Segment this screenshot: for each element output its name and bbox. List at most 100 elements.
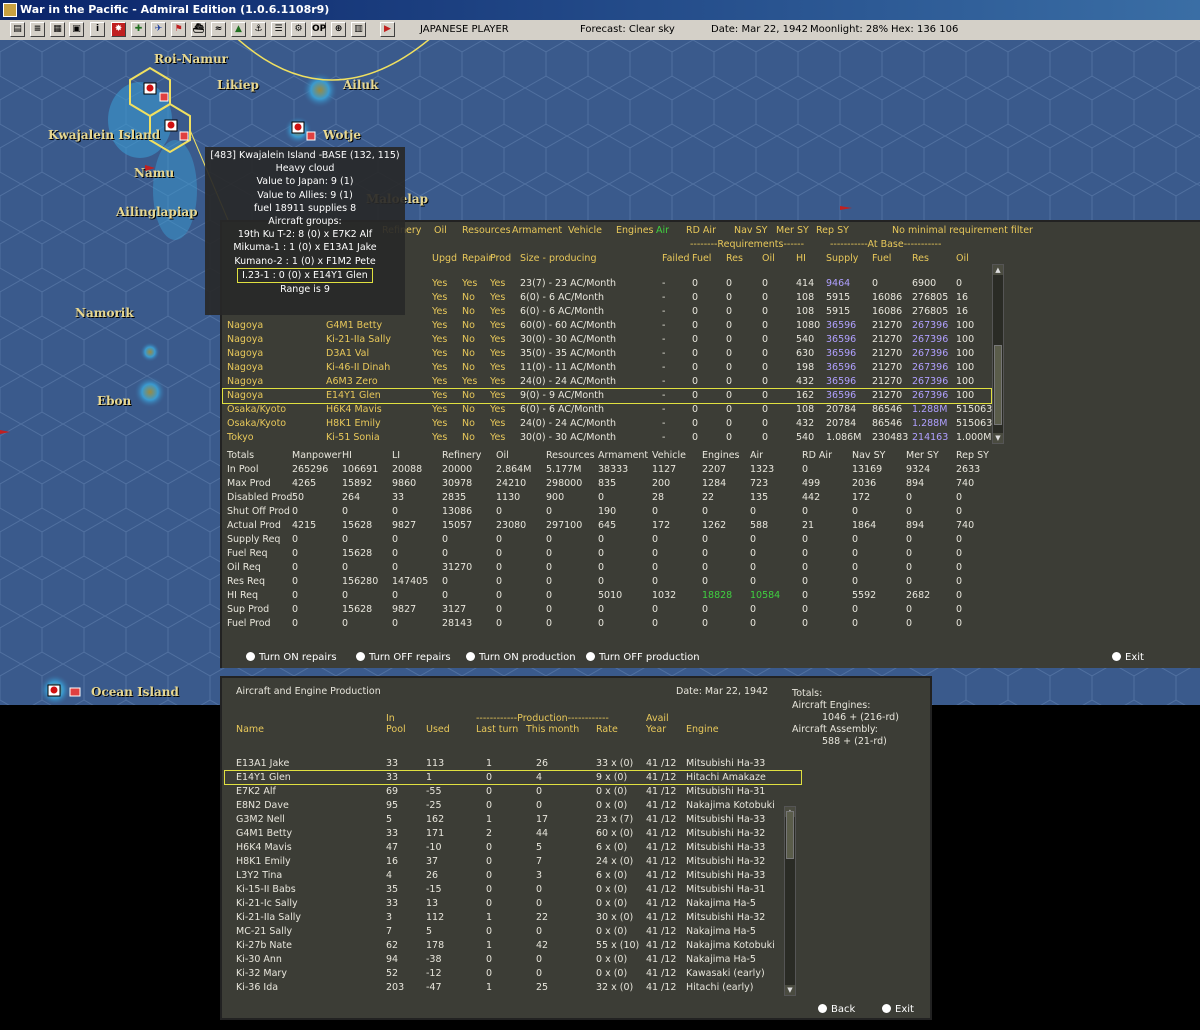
aircraft-scrollbar[interactable]: ▲ ▼ — [784, 806, 796, 996]
zoom-icon[interactable]: ⊕ — [331, 22, 346, 37]
scroll-down-icon[interactable]: ▼ — [993, 433, 1003, 443]
table-cell: 9464 — [826, 278, 851, 289]
scroll-up-icon[interactable]: ▲ — [993, 265, 1003, 275]
scroll-down-icon[interactable]: ▼ — [785, 985, 795, 995]
table-cell: 69 — [386, 786, 399, 797]
table-cell: 1.288M — [912, 418, 948, 429]
totals-cell: Disabled Prod — [227, 492, 293, 503]
table-cell: 42 — [536, 940, 549, 951]
table-cell: 267396 — [912, 376, 949, 387]
table-cell: 0 — [486, 884, 493, 895]
exit-button[interactable]: Exit — [1112, 652, 1144, 663]
place-label: Roi-Namur — [154, 52, 229, 66]
fleet-icon[interactable]: ≈ — [211, 22, 226, 37]
totals-cell: 0 — [852, 618, 859, 629]
table-cell: 33 — [386, 758, 399, 769]
ship-icon[interactable]: ⛴ — [191, 22, 206, 37]
table-cell: 0 — [536, 954, 543, 965]
table-cell: Yes — [432, 418, 448, 429]
table-cell: H6K4 Mavis — [326, 404, 382, 415]
totals-cell: 38333 — [598, 464, 629, 475]
engines-value: 1046 + (216-rd) — [822, 712, 899, 723]
save-icon[interactable]: ▥ — [351, 22, 366, 37]
table-cell: 0 — [692, 418, 699, 429]
tooltip-line: Aircraft groups: — [268, 216, 342, 228]
totals-cell: 1130 — [496, 492, 521, 503]
totals-header: HI — [342, 450, 352, 461]
totals-cell: 0 — [598, 618, 605, 629]
totals-cell: 740 — [956, 478, 975, 489]
totals-cell: 0 — [802, 618, 809, 629]
table-cell: 230483 — [872, 432, 909, 443]
turn-off-repairs-button[interactable]: Turn OFF repairs — [356, 652, 451, 663]
column-header: Fuel — [692, 253, 712, 264]
info-icon[interactable]: i — [90, 22, 105, 37]
sub-icon[interactable]: ☰ — [271, 22, 286, 37]
back-button[interactable]: Back — [818, 1004, 855, 1015]
table-cell: 0 — [762, 376, 769, 387]
table-cell: 0 — [762, 334, 769, 345]
turn-off-production-button[interactable]: Turn OFF production — [586, 652, 700, 663]
table-cell: 20784 — [826, 404, 857, 415]
table-cell: 0 — [726, 404, 733, 415]
totals-cell: Max Prod — [227, 478, 271, 489]
unit-icon[interactable]: ✚ — [131, 22, 146, 37]
end-turn-icon[interactable]: ▶ — [380, 22, 395, 37]
column-header: No minimal requirement filter — [892, 225, 1033, 236]
totals-cell: 0 — [702, 576, 709, 587]
base-icon[interactable]: ▲ — [231, 22, 246, 37]
totals-cell: 0 — [496, 534, 503, 545]
table-cell: - — [662, 306, 666, 317]
totals-cell: 0 — [546, 590, 553, 601]
place-label: Namorik — [75, 306, 134, 320]
table-cell: 198 — [796, 362, 815, 373]
totals-cell: 0 — [496, 548, 503, 559]
totals-header: Resources — [546, 450, 595, 461]
table-cell: 540 — [796, 432, 815, 443]
menu-icon[interactable]: ▤ — [10, 22, 25, 37]
aircraft-production-panel: Aircraft and Engine Production Date: Mar… — [220, 676, 932, 1020]
grid-icon[interactable]: ▣ — [69, 22, 84, 37]
table-cell: - — [662, 334, 666, 345]
totals-cell: 0 — [496, 590, 503, 601]
table-cell: 22 — [536, 912, 549, 923]
table-cell: 94 — [386, 954, 399, 965]
table-cell: Yes — [432, 306, 448, 317]
report-icon[interactable]: ▦ — [50, 22, 65, 37]
table-cell: 35(0) - 35 AC/Month — [520, 348, 617, 359]
table-cell: Yes — [490, 320, 506, 331]
table-cell: Nagoya — [227, 348, 264, 359]
totals-cell: 894 — [906, 478, 925, 489]
convoy-icon[interactable]: ⚓ — [251, 22, 266, 37]
column-header: Repair — [462, 253, 493, 264]
table-cell: 35 — [386, 884, 399, 895]
options-icon[interactable]: OP — [311, 22, 326, 37]
totals-cell: 0 — [546, 562, 553, 573]
totals-cell: 0 — [802, 590, 809, 601]
totals-cell: 645 — [598, 520, 617, 531]
turn-on-production-button[interactable]: Turn ON production — [466, 652, 576, 663]
totals-cell: 33 — [392, 492, 405, 503]
industry-scrollbar[interactable]: ▲ ▼ — [992, 264, 1004, 444]
table-cell: Nagoya — [227, 376, 264, 387]
rising-sun-icon[interactable]: ✸ — [111, 22, 126, 37]
column-header: Name — [236, 724, 265, 735]
totals-cell: 1284 — [702, 478, 727, 489]
settings-icon[interactable]: ⚙ — [291, 22, 306, 37]
scroll-thumb[interactable] — [786, 811, 794, 859]
totals-cell: 20088 — [392, 464, 423, 475]
place-label: Ebon — [97, 394, 132, 408]
totals-cell: 0 — [702, 506, 709, 517]
table-cell: 0 — [692, 320, 699, 331]
flag-icon[interactable]: ⚑ — [171, 22, 186, 37]
aircraft-icon[interactable]: ✈ — [151, 22, 166, 37]
table-cell: Mitsubishi Ha-32 — [686, 856, 766, 867]
table-cell: Ki-15-II Babs — [236, 884, 296, 895]
table-cell: Nagoya — [227, 320, 264, 331]
column-header: Pool — [386, 724, 406, 735]
scroll-thumb[interactable] — [994, 345, 1002, 425]
turn-on-repairs-button[interactable]: Turn ON repairs — [246, 652, 337, 663]
totals-cell: 0 — [342, 590, 349, 601]
exit-button[interactable]: Exit — [882, 1004, 914, 1015]
list-icon[interactable]: ≡ — [30, 22, 45, 37]
